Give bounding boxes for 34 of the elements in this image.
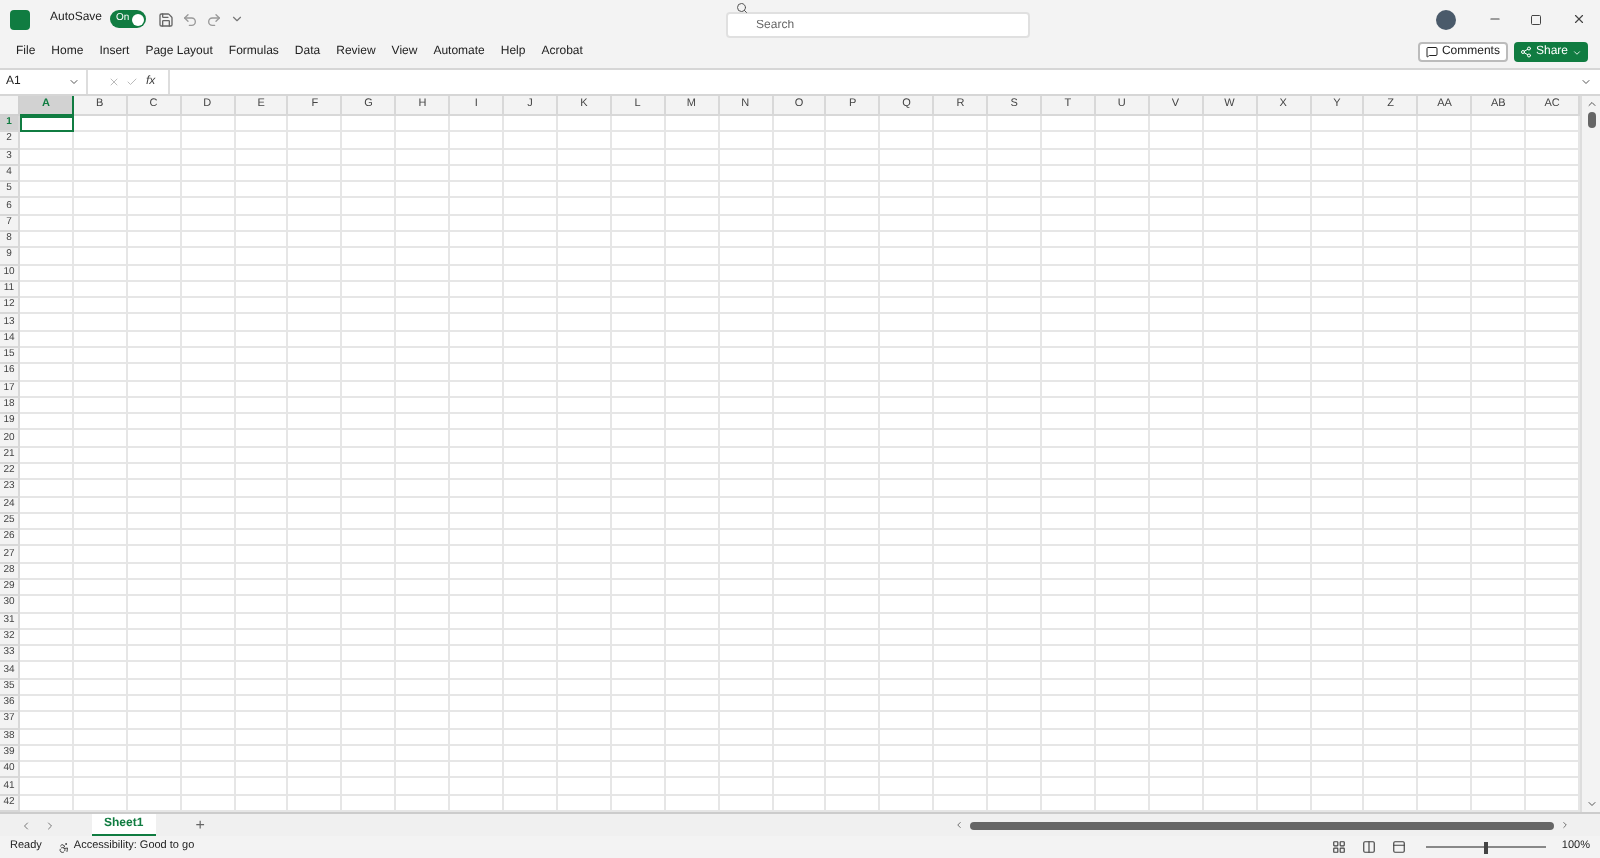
previous-sheet-icon[interactable]	[20, 819, 32, 831]
scroll-down-icon[interactable]	[1585, 798, 1597, 810]
comment-icon	[1425, 46, 1438, 58]
page-break-view-icon[interactable]	[1391, 840, 1406, 854]
customize-dropdown-icon[interactable]	[230, 12, 245, 26]
next-sheet-icon[interactable]	[44, 819, 56, 831]
caret-icon	[1572, 47, 1582, 57]
select-all-corner[interactable]	[0, 96, 20, 116]
minimize-icon[interactable]	[1488, 12, 1502, 26]
redo-icon[interactable]	[206, 11, 223, 27]
excel-logo-icon	[10, 9, 30, 29]
maximize-icon[interactable]	[1530, 13, 1542, 25]
scroll-right-icon[interactable]	[1560, 820, 1570, 830]
horizontal-scrollbar[interactable]	[954, 818, 1570, 832]
scroll-up-icon[interactable]	[1585, 98, 1597, 110]
expand-icon[interactable]	[1580, 76, 1592, 88]
enter-icon	[126, 76, 138, 88]
vertical-scrollbar[interactable]	[1580, 96, 1600, 812]
save-icon[interactable]	[158, 11, 175, 27]
scroll-left-icon[interactable]	[954, 820, 964, 830]
accessibility-icon	[57, 841, 70, 853]
normal-view-icon[interactable]	[1331, 840, 1346, 854]
avatar-icon[interactable]	[1436, 9, 1456, 29]
scroll-thumb[interactable]	[1587, 112, 1595, 128]
active-cell[interactable]	[20, 116, 74, 133]
search-icon	[736, 2, 749, 14]
cancel-icon	[108, 76, 120, 88]
close-icon[interactable]	[1572, 12, 1586, 26]
zoom-slider[interactable]	[1425, 841, 1546, 853]
page-layout-view-icon[interactable]	[1361, 840, 1376, 854]
scroll-thumb[interactable]	[970, 821, 1554, 829]
undo-icon[interactable]	[182, 11, 199, 27]
add-sheet-button[interactable]: +	[195, 813, 205, 837]
share-icon	[1519, 46, 1532, 58]
